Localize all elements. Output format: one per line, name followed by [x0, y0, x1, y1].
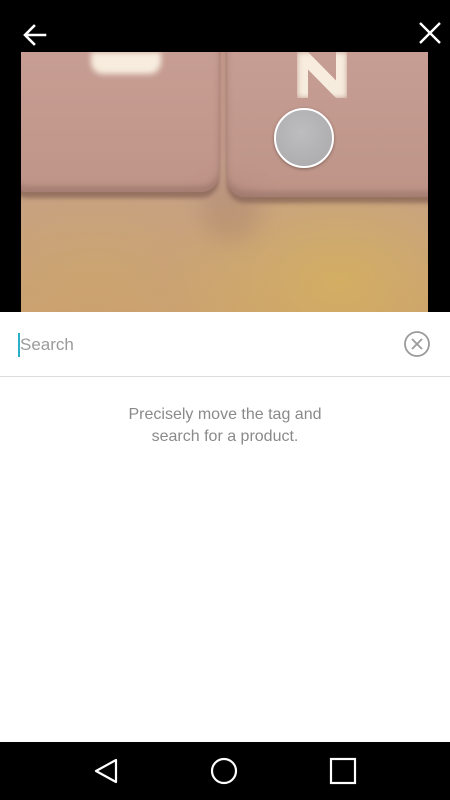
hint-line-1: Precisely move the tag and: [128, 406, 322, 423]
square-recents-icon: [329, 757, 357, 785]
clear-search-button[interactable]: [403, 330, 431, 358]
key-gap-shadow: [201, 182, 261, 242]
back-button[interactable]: [18, 18, 52, 52]
close-button[interactable]: [412, 15, 448, 51]
tag-marker-handle[interactable]: [274, 108, 334, 168]
hint-line-2: search for a product.: [151, 428, 299, 445]
arrow-left-icon: [23, 24, 47, 46]
nav-home-button[interactable]: [194, 742, 254, 800]
tagging-hint: Precisely move the tag and search for a …: [0, 404, 450, 448]
key-glyph-left: [91, 52, 161, 74]
photo-header: [0, 0, 450, 312]
search-input[interactable]: [20, 328, 390, 362]
nav-recents-button[interactable]: [313, 742, 373, 800]
product-photo[interactable]: [21, 52, 428, 312]
triangle-back-icon: [94, 758, 118, 784]
tag-product-screen: Precisely move the tag and search for a …: [0, 0, 450, 800]
close-icon: [419, 22, 441, 44]
clear-circle-icon: [404, 331, 430, 357]
nav-back-button[interactable]: [76, 742, 136, 800]
circle-home-icon: [210, 757, 238, 785]
system-navigation-bar: [0, 742, 450, 800]
search-bar: [0, 312, 450, 377]
